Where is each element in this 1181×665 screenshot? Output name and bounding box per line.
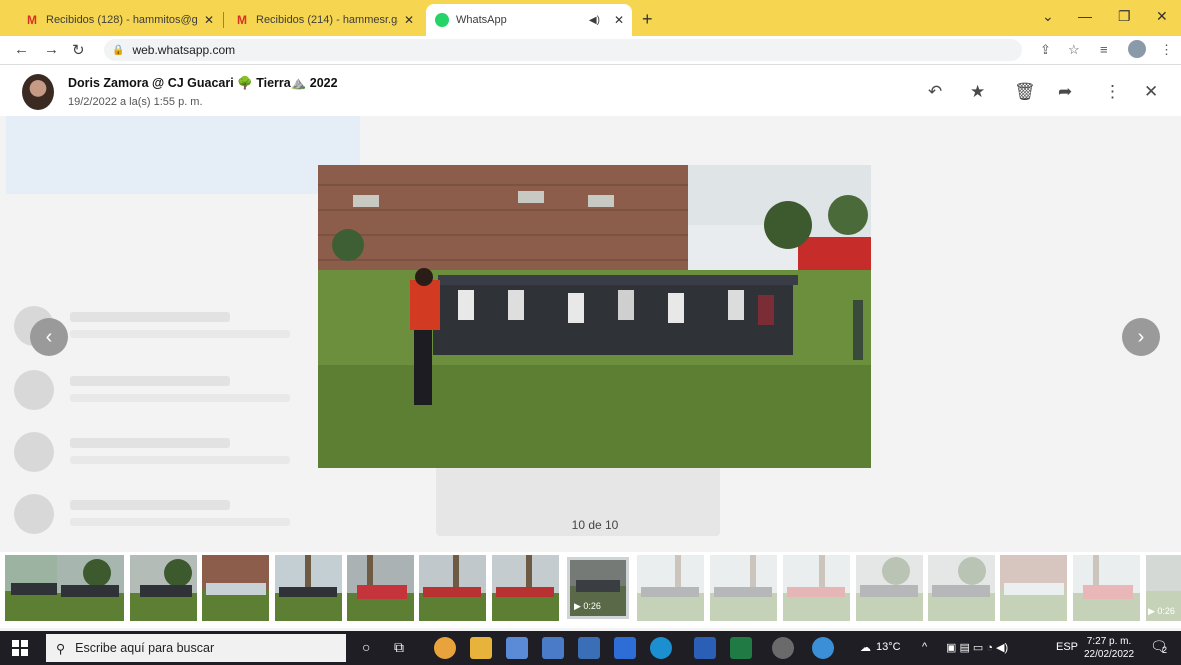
clock-date: 22/02/2022 — [1084, 649, 1135, 660]
help-icon[interactable] — [812, 637, 834, 659]
chat-item-background — [14, 432, 344, 476]
previous-media-button[interactable]: ‹ — [30, 318, 68, 356]
gmail-icon: M — [237, 13, 247, 27]
media-thumbnail[interactable] — [637, 555, 704, 621]
tab-separator — [223, 12, 224, 28]
media-thumbnail[interactable] — [57, 555, 124, 621]
tab-title: Recibidos (214) - hammesr.garav — [256, 14, 398, 26]
thumbnail-strip: ▶ 0:26 ▶ 0:26 — [0, 552, 1181, 628]
tab-whatsapp[interactable]: WhatsApp ◀) ✕ — [426, 4, 632, 36]
back-icon[interactable]: ← — [14, 41, 29, 58]
taskbar-search[interactable]: ⚲ Escribe aquí para buscar — [46, 634, 346, 662]
media-viewer-header: Doris Zamora @ CJ Guacari 🌳 Tierra⛰️ 202… — [0, 66, 1181, 116]
close-tab-icon[interactable]: ✕ — [614, 13, 624, 27]
notification-banner-background — [6, 116, 360, 194]
weather-temp: 13°C — [876, 641, 901, 653]
media-thumbnail[interactable] — [202, 555, 269, 621]
chat-item-background — [14, 494, 344, 538]
lock-icon: 🔒 — [112, 44, 125, 56]
media-thumbnail[interactable]: ▶ 0:26 — [1146, 555, 1181, 621]
media-counter: 10 de 10 — [571, 518, 619, 532]
edge-icon[interactable] — [650, 637, 672, 659]
gmail-icon: M — [27, 13, 37, 27]
media-thumbnail[interactable] — [856, 555, 923, 621]
tab-gmail-2[interactable]: M Recibidos (214) - hammesr.garav ✕ — [226, 4, 422, 36]
whatsapp-icon — [434, 12, 450, 28]
tab-search-icon[interactable]: ⌄ — [1042, 8, 1054, 25]
search-placeholder: Escribe aquí para buscar — [75, 641, 215, 655]
word-icon[interactable] — [694, 637, 716, 659]
audio-playing-icon[interactable]: ◀) — [589, 15, 600, 26]
new-tab-icon[interactable]: + — [642, 9, 653, 30]
reload-icon[interactable]: ↻ — [72, 41, 85, 59]
paint-icon[interactable] — [506, 637, 528, 659]
language-indicator[interactable]: ESP — [1056, 641, 1078, 653]
minimize-icon[interactable]: — — [1078, 8, 1092, 24]
browser-menu-icon[interactable]: ⋮ — [1160, 42, 1173, 58]
video-duration: ▶ 0:26 — [574, 601, 601, 611]
close-icon[interactable]: ✕ — [1144, 82, 1158, 102]
media-thumbnail[interactable] — [130, 555, 197, 621]
media-thumbnail[interactable] — [419, 555, 486, 621]
media-thumbnail[interactable] — [275, 555, 342, 621]
tab-gmail-1[interactable]: M Recibidos (128) - hammitos@gm ✕ — [16, 4, 222, 36]
media-thumbnail[interactable] — [783, 555, 850, 621]
sender-name: Doris Zamora @ CJ Guacari 🌳 Tierra⛰️ 202… — [68, 76, 338, 90]
search-icon: ⚲ — [56, 641, 66, 656]
chrome-icon[interactable] — [434, 637, 456, 659]
star-icon[interactable]: ★ — [970, 82, 985, 102]
windows-start-icon[interactable] — [12, 640, 28, 656]
profile-avatar[interactable] — [1128, 40, 1146, 58]
delete-icon[interactable]: 🗑 — [1014, 82, 1036, 102]
media-thumbnail[interactable] — [492, 555, 559, 621]
calculator-icon[interactable] — [542, 637, 564, 659]
url-text: web.whatsapp.com — [132, 43, 236, 57]
app-icon[interactable] — [614, 637, 636, 659]
message-timestamp: 19/2/2022 a la(s) 1:55 p. m. — [68, 96, 203, 108]
close-tab-icon[interactable]: ✕ — [204, 13, 214, 27]
media-photo — [318, 165, 871, 468]
tray-chevron-icon[interactable]: ^ — [922, 641, 927, 653]
task-view-icon[interactable]: ⧉ — [394, 639, 404, 656]
file-explorer-icon[interactable] — [470, 637, 492, 659]
notification-count: 2 — [1162, 645, 1168, 655]
bookmark-star-icon[interactable]: ☆ — [1068, 42, 1080, 58]
media-thumbnail[interactable] — [1073, 555, 1140, 621]
address-bar[interactable]: 🔒 web.whatsapp.com — [104, 39, 1022, 61]
forward-nav-icon[interactable]: → — [44, 41, 59, 58]
reply-icon[interactable]: ↶ — [928, 82, 942, 102]
media-thumbnail-selected[interactable]: ▶ 0:26 — [567, 557, 629, 619]
media-thumbnail[interactable] — [928, 555, 995, 621]
next-media-button[interactable]: › — [1122, 318, 1160, 356]
chrome-active-icon[interactable] — [772, 637, 794, 659]
browser-toolbar: ← → ↻ 🔒 web.whatsapp.com ⇪ ☆ ≡ ⋮ — [0, 36, 1181, 65]
clock-time: 7:27 p. m. — [1086, 636, 1132, 647]
reading-list-icon[interactable]: ≡ — [1100, 42, 1108, 57]
cortana-icon[interactable]: ○ — [362, 639, 370, 655]
chat-item-background — [14, 370, 344, 414]
share-icon[interactable]: ⇪ — [1040, 42, 1051, 58]
app-icon[interactable] — [578, 637, 600, 659]
browser-tab-strip: M Recibidos (128) - hammitos@gm ✕ M Reci… — [0, 0, 1181, 36]
close-tab-icon[interactable]: ✕ — [404, 13, 414, 27]
media-thumbnail[interactable] — [710, 555, 777, 621]
video-duration: ▶ 0:26 — [1148, 606, 1175, 616]
sender-avatar[interactable] — [22, 74, 54, 110]
restore-icon[interactable]: ❐ — [1118, 8, 1131, 25]
media-thumbnail[interactable] — [1000, 555, 1067, 621]
windows-taskbar: ⚲ Escribe aquí para buscar ○ ⧉ ☁ 13°C ^ … — [0, 631, 1181, 665]
excel-icon[interactable] — [730, 637, 752, 659]
forward-icon[interactable]: ➦ — [1058, 82, 1072, 102]
media-thumbnail[interactable] — [347, 555, 414, 621]
taskbar-clock[interactable]: 7:27 p. m. 22/02/2022 — [1084, 635, 1134, 661]
weather-icon: ☁ — [860, 642, 871, 654]
more-icon[interactable]: ⋮ — [1104, 82, 1121, 102]
tray-icons[interactable]: ▣ ▤ ▭ ◔ ◀) — [946, 641, 1008, 654]
tab-title: Recibidos (128) - hammitos@gm — [46, 14, 198, 26]
window-close-icon[interactable]: ✕ — [1156, 8, 1168, 25]
tab-title: WhatsApp — [456, 14, 507, 26]
